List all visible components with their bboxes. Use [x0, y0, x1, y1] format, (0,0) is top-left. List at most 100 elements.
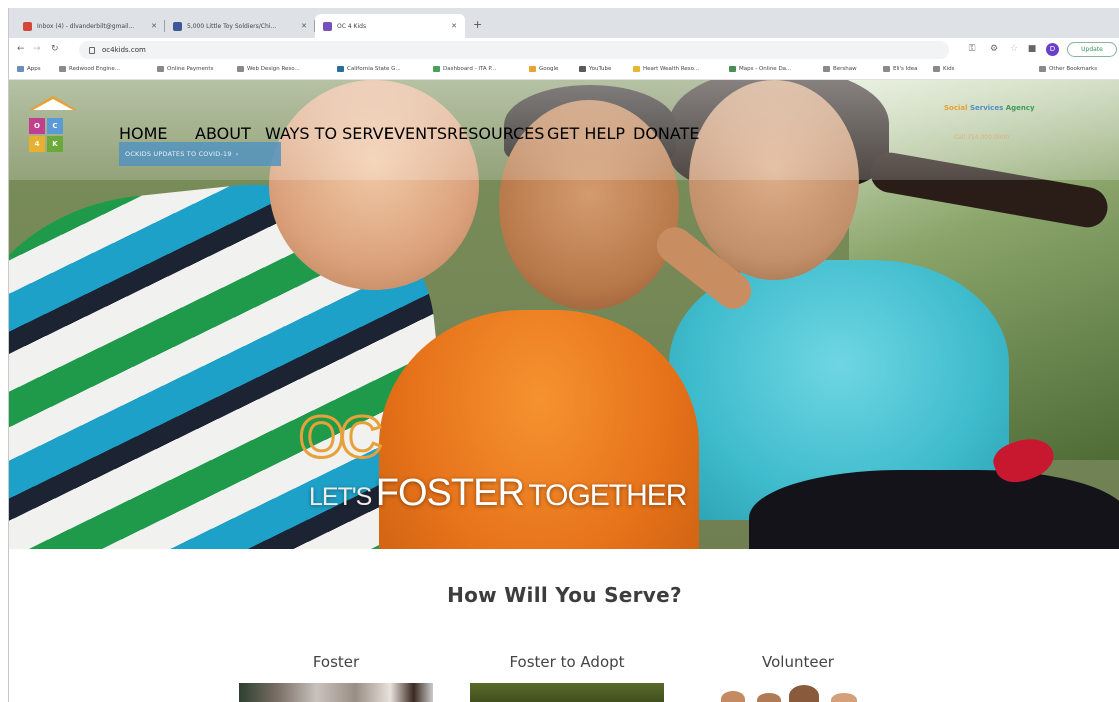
volunteer-image[interactable] — [701, 683, 895, 702]
close-icon[interactable]: ✕ — [451, 22, 457, 30]
logo-letter: O — [29, 118, 45, 134]
logo-roof — [29, 96, 77, 110]
bookmark-item[interactable]: Google — [529, 66, 558, 72]
bookmark-label: California State G... — [347, 66, 401, 72]
foster-image[interactable] — [239, 683, 433, 702]
puzzle-icon[interactable]: ■ — [1027, 44, 1037, 54]
nav-donate[interactable]: DONATE — [633, 124, 699, 143]
bookmark-icon — [633, 66, 640, 72]
folder-icon — [823, 66, 830, 72]
address-bar[interactable]: oc4kids.com — [79, 41, 949, 59]
bookmark-label: Redwood Engine... — [69, 66, 121, 72]
tagline-foster: FOSTER — [375, 472, 525, 514]
nav-get-help[interactable]: GET HELP — [547, 124, 625, 143]
logo-letter: K — [47, 136, 63, 152]
tab-title: 5,000 Little Toy Soldiers/Chi... — [187, 22, 277, 30]
browser-toolbar: ← → ↻ oc4kids.com ⚿ ⚙ ☆ ■ D Update — [9, 38, 1119, 62]
bookmarks-bar: Apps Redwood Engine... Online Payments W… — [9, 62, 1119, 80]
logo-letter: 4 — [29, 136, 45, 152]
covid-update-label: OCKIDS UPDATES TO COVID-19 — [125, 150, 232, 158]
key-icon[interactable]: ⚿ — [967, 44, 977, 54]
serve-heading: How Will You Serve? — [447, 583, 682, 607]
bookmark-item[interactable]: Bershaw — [823, 66, 857, 72]
bookmark-item[interactable]: California State G... — [337, 66, 401, 72]
bookmark-other[interactable]: Other Bookmarks — [1039, 66, 1097, 72]
nav-about[interactable]: ABOUT — [195, 124, 251, 143]
facebook-icon — [173, 21, 182, 31]
person-shape — [757, 693, 781, 702]
bookmark-apps[interactable]: Apps — [17, 66, 41, 72]
apps-icon — [17, 66, 24, 72]
folder-icon — [883, 66, 890, 72]
site-logo[interactable]: O C 4 K — [27, 96, 79, 160]
bookmark-label: Eli's Idea — [893, 66, 918, 72]
folder-icon — [157, 66, 164, 72]
bookmark-item[interactable]: Heart Wealth Reso... — [633, 66, 699, 72]
nav-events[interactable]: EVENTS — [384, 124, 447, 143]
hero-oc-mark: OC — [298, 405, 384, 470]
new-tab-button[interactable]: + — [473, 19, 482, 30]
bookmark-item[interactable]: Online Payments — [157, 66, 213, 72]
bookmark-label: Apps — [27, 66, 41, 72]
bookmark-item[interactable]: Kids — [933, 66, 955, 72]
tagline-lets: LET'S — [309, 483, 372, 511]
close-icon[interactable]: ✕ — [301, 22, 307, 30]
url-text: oc4kids.com — [102, 46, 146, 54]
star-icon[interactable]: ☆ — [1009, 44, 1019, 54]
bookmark-item[interactable]: Web Design Reso... — [237, 66, 300, 72]
tab-inbox[interactable]: Inbox (4) - dlvanderbilt@gmail... ✕ — [15, 14, 165, 38]
bookmark-label: YouTube — [589, 66, 612, 72]
lock-icon — [89, 46, 95, 54]
bookmark-label: Kids — [943, 66, 955, 72]
back-icon[interactable]: ← — [17, 43, 25, 55]
person-shape — [789, 685, 819, 702]
bookmark-item[interactable]: Maps - Online Da... — [729, 66, 791, 72]
bookmark-label: Heart Wealth Reso... — [643, 66, 700, 72]
bookmark-label: Maps - Online Da... — [739, 66, 792, 72]
bookmark-item[interactable]: Redwood Engine... — [59, 66, 120, 72]
bookmark-label: Bershaw — [833, 66, 857, 72]
tab-oc4kids[interactable]: OC 4 Kids ✕ — [315, 14, 465, 38]
tab-title: OC 4 Kids — [337, 22, 367, 30]
forward-icon[interactable]: → — [33, 43, 41, 55]
profile-avatar[interactable]: D — [1046, 43, 1059, 56]
agency-word: Social — [944, 104, 968, 112]
bookmark-item[interactable]: YouTube — [579, 66, 611, 72]
agency-badge[interactable]: Social Services Agency — [944, 104, 1035, 112]
hero-child-right-skirt — [749, 470, 1119, 549]
youtube-icon — [579, 66, 586, 72]
browser-window: Inbox (4) - dlvanderbilt@gmail... ✕ 5,00… — [8, 8, 1119, 702]
bookmark-label: Dashboard - ITA P... — [443, 66, 497, 72]
bookmark-item[interactable]: Dashboard - ITA P... — [433, 66, 496, 72]
nav-ways-to-serve[interactable]: WAYS TO SERVE — [265, 124, 394, 143]
extension-icon[interactable]: ⚙ — [989, 44, 999, 54]
tab-toy-soldiers[interactable]: 5,000 Little Toy Soldiers/Chi... ✕ — [165, 14, 315, 38]
bookmark-label: Online Payments — [167, 66, 214, 72]
tagline-together: TOGETHER — [528, 479, 687, 512]
close-icon[interactable]: ✕ — [151, 22, 157, 30]
bookmark-label: Google — [539, 66, 559, 72]
google-icon — [529, 66, 536, 72]
tab-title: Inbox (4) - dlvanderbilt@gmail... — [37, 22, 135, 30]
nav-home[interactable]: HOME — [119, 124, 168, 143]
site-favicon-icon — [323, 21, 332, 31]
bookmark-item[interactable]: Eli's Idea — [883, 66, 918, 72]
foster-to-adopt-image[interactable] — [470, 683, 664, 702]
bookmark-label: Other Bookmarks — [1049, 66, 1098, 72]
option-foster-to-adopt-title[interactable]: Foster to Adopt — [470, 653, 664, 671]
option-foster-title[interactable]: Foster — [239, 653, 433, 671]
update-button[interactable]: Update — [1067, 42, 1117, 57]
folder-icon — [1039, 66, 1046, 72]
option-volunteer-title[interactable]: Volunteer — [701, 653, 895, 671]
chevron-right-icon: › — [235, 150, 239, 158]
folder-icon — [933, 66, 940, 72]
hero-tagline: LET'S FOSTER TOGETHER — [309, 472, 687, 515]
tab-strip: Inbox (4) - dlvanderbilt@gmail... ✕ 5,00… — [9, 8, 1119, 38]
covid-update-button[interactable]: OCKIDS UPDATES TO COVID-19 › — [119, 142, 281, 166]
reload-icon[interactable]: ↻ — [51, 43, 59, 55]
nav-resources[interactable]: RESOURCES — [447, 124, 544, 143]
maps-icon — [729, 66, 736, 72]
dashboard-icon — [433, 66, 440, 72]
hero-banner: O C 4 K HOME ABOUT WAYS TO SERVE EVENTS … — [9, 80, 1119, 549]
folder-icon — [237, 66, 244, 72]
